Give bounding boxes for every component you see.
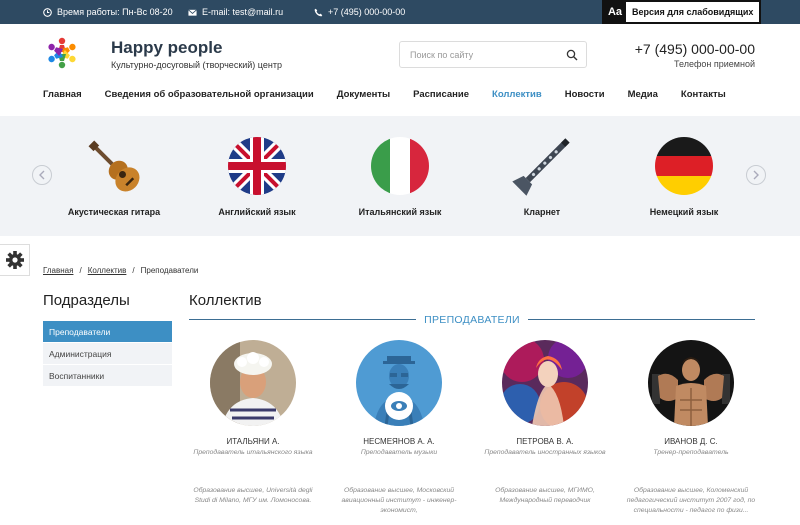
- nav-item-documents[interactable]: Документы: [337, 89, 390, 100]
- staff-card[interactable]: НЕСМЕЯНОВ А. А. Преподаватель музыки Обр…: [324, 340, 474, 516]
- search-icon[interactable]: [566, 49, 578, 61]
- nav-item-about[interactable]: Сведения об образовательной организации: [105, 89, 314, 100]
- staff-role: Преподаватель итальянского языка: [193, 449, 313, 456]
- phone-info[interactable]: +7 (495) 000-00-00: [314, 0, 405, 24]
- nav-item-home[interactable]: Главная: [43, 89, 82, 100]
- phone-icon: [314, 8, 323, 16]
- slide-label: Акустическая гитара: [67, 207, 161, 217]
- person-photo-icon: [502, 340, 588, 426]
- nav-item-media[interactable]: Медиа: [628, 89, 658, 100]
- italy-flag-icon: [371, 137, 429, 195]
- carousel-slide-german[interactable]: Немецкий язык: [614, 136, 754, 217]
- email-info[interactable]: E-mail: test@mail.ru: [188, 0, 283, 24]
- staff-bio: Образование высшее, Коломенский педагоги…: [626, 487, 756, 514]
- staff-bio: Образование высшее, Università degli Stu…: [193, 487, 313, 504]
- sidebar-menu: Преподаватели Администрация Воспитанники: [43, 321, 172, 387]
- section-heading: ПРЕПОДАВАТЕЛИ: [424, 314, 520, 326]
- font-size-icon: Aa: [604, 2, 626, 22]
- header-phone-label: Телефон приемной: [674, 59, 755, 69]
- sidebar-item-students[interactable]: Воспитанники: [43, 365, 172, 387]
- breadcrumb-separator: /: [79, 266, 82, 275]
- nav-item-news[interactable]: Новости: [565, 89, 605, 100]
- low-vision-label: Версия для слабовидящих: [632, 7, 754, 17]
- envelope-icon: [188, 8, 197, 16]
- page-title: Коллектив: [189, 292, 262, 309]
- carousel-slide-guitar[interactable]: Акустическая гитара: [44, 136, 184, 217]
- site-name[interactable]: Happy people: [111, 38, 222, 58]
- person-photo-icon: [210, 340, 296, 426]
- top-bar: Время работы: Пн-Вс 08-20 E-mail: test@m…: [0, 0, 800, 24]
- logo-icon[interactable]: [42, 33, 82, 73]
- staff-role: Преподаватель музыки: [360, 449, 438, 456]
- email-text: E-mail: test@mail.ru: [202, 7, 284, 17]
- courses-carousel: Акустическая гитара Английский язык Итал…: [0, 116, 800, 236]
- site-tagline: Культурно-досуговый (творческий) центр: [111, 60, 282, 70]
- person-photo-icon: [648, 340, 734, 426]
- breadcrumb-team[interactable]: Коллектив: [88, 266, 127, 275]
- clock-icon: [43, 7, 52, 17]
- guitar-icon: [88, 140, 140, 192]
- breadcrumb-current: Преподаватели: [140, 266, 199, 275]
- staff-card[interactable]: ИВАНОВ Д. С. Тренер-преподаватель Образо…: [616, 340, 766, 516]
- breadcrumb: Главная / Коллектив / Преподаватели: [43, 266, 198, 275]
- section-divider-right: [528, 319, 755, 320]
- gear-icon: [5, 251, 24, 269]
- search-box: [399, 41, 587, 68]
- main-nav: Главная Сведения об образовательной орга…: [43, 89, 726, 100]
- staff-role: Тренер-преподаватель: [653, 449, 729, 456]
- sidebar-title: Подразделы: [43, 292, 130, 309]
- breadcrumb-home[interactable]: Главная: [43, 266, 73, 275]
- staff-photo[interactable]: [210, 340, 296, 426]
- slide-label: Немецкий язык: [649, 207, 719, 217]
- staff-photo[interactable]: [648, 340, 734, 426]
- staff-role: Преподаватель иностранных языков: [484, 449, 606, 456]
- phone-text: +7 (495) 000-00-00: [328, 7, 406, 17]
- staff-name: ИТАЛЬЯНИ А.: [226, 437, 280, 446]
- sidebar-item-teachers[interactable]: Преподаватели: [43, 321, 172, 343]
- staff-name: ИВАНОВ Д. С.: [664, 437, 718, 446]
- uk-flag-icon: [228, 137, 286, 195]
- hours-text: Время работы: Пн-Вс 08-20: [57, 7, 173, 17]
- staff-card[interactable]: ПЕТРОВА В. А. Преподаватель иностранных …: [470, 340, 620, 506]
- carousel-slide-italian[interactable]: Итальянский язык: [330, 136, 470, 217]
- search-input[interactable]: [400, 42, 550, 67]
- slide-label: Английский язык: [218, 207, 296, 217]
- nav-item-schedule[interactable]: Расписание: [413, 89, 469, 100]
- slide-label: Кларнет: [523, 207, 561, 217]
- section-divider-left: [189, 319, 416, 320]
- clarinet-icon: [512, 138, 570, 196]
- staff-photo[interactable]: [356, 340, 442, 426]
- staff-name: НЕСМЕЯНОВ А. А.: [363, 437, 435, 446]
- staff-bio: Образование высшее, МГИМО, Международный…: [495, 487, 595, 504]
- staff-photo[interactable]: [502, 340, 588, 426]
- germany-flag-icon: [655, 137, 713, 195]
- breadcrumb-separator: /: [132, 266, 135, 275]
- staff-card[interactable]: ИТАЛЬЯНИ А. Преподаватель итальянского я…: [178, 340, 328, 506]
- nav-item-team[interactable]: Коллектив: [492, 89, 542, 100]
- hours-info: Время работы: Пн-Вс 08-20: [43, 0, 173, 24]
- slide-label: Итальянский язык: [358, 207, 442, 217]
- carousel-slide-english[interactable]: Английский язык: [187, 136, 327, 217]
- settings-button[interactable]: [0, 244, 30, 276]
- header-phone[interactable]: +7 (495) 000-00-00: [635, 41, 755, 57]
- nav-item-contacts[interactable]: Контакты: [681, 89, 726, 100]
- low-vision-button[interactable]: Aa Версия для слабовидящих: [602, 0, 762, 24]
- staff-name: ПЕТРОВА В. А.: [516, 437, 574, 446]
- staff-bio: Образование высшее, Московский авиационн…: [341, 487, 457, 514]
- carousel-slide-clarinet[interactable]: Кларнет: [472, 136, 612, 217]
- sidebar-item-administration[interactable]: Администрация: [43, 343, 172, 365]
- person-photo-icon: [356, 340, 442, 426]
